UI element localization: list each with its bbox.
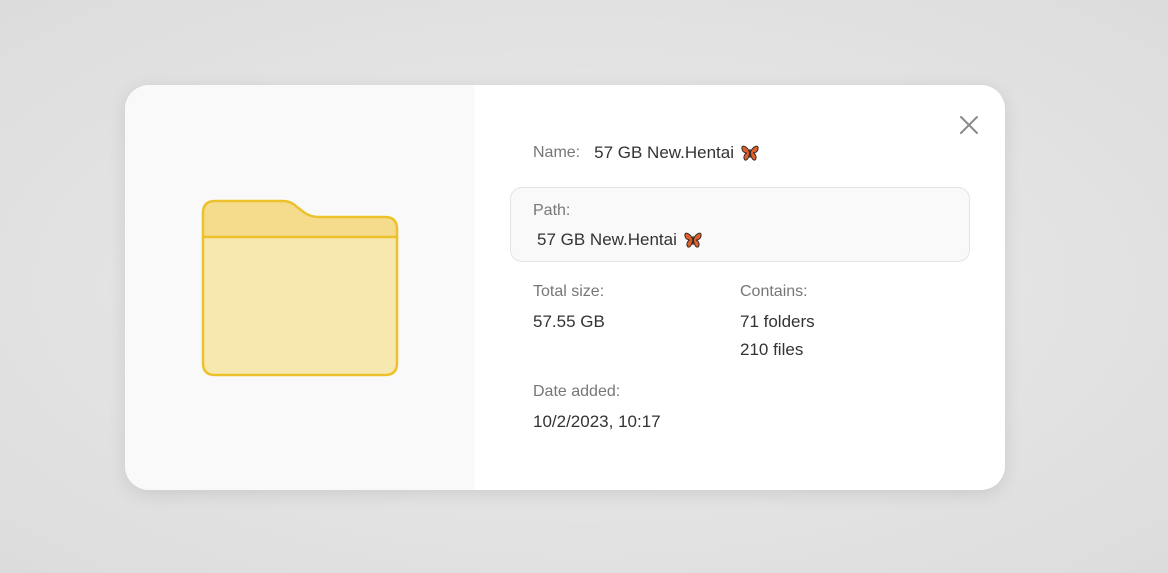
date-added: Date added: 10/2/2023, 10:17	[533, 383, 661, 436]
details-panel: Name: 57 GB New.Hentai Path: 57 GB New.H…	[475, 85, 1005, 490]
folder-icon	[201, 199, 399, 377]
total-size: Total size: 57.55 GB	[533, 283, 605, 336]
file-details-dialog: Name: 57 GB New.Hentai Path: 57 GB New.H…	[125, 85, 1005, 490]
contains-files: 210 files	[740, 340, 804, 359]
name-value: 57 GB New.Hentai	[594, 143, 734, 162]
butterfly-icon	[741, 145, 759, 161]
path-value-row: 57 GB New.Hentai	[537, 230, 703, 250]
path-value: 57 GB New.Hentai	[537, 230, 677, 249]
date-added-label: Date added:	[533, 383, 621, 400]
butterfly-icon	[684, 232, 702, 248]
contains: Contains: 71 folders 210 files	[740, 283, 815, 364]
close-icon	[960, 116, 978, 134]
path-field[interactable]: Path: 57 GB New.Hentai	[510, 187, 970, 262]
preview-panel	[125, 85, 475, 490]
total-size-label: Total size:	[533, 283, 605, 300]
close-button[interactable]	[957, 113, 981, 137]
date-added-value: 10/2/2023, 10:17	[533, 412, 661, 431]
contains-label: Contains:	[740, 283, 808, 300]
path-label: Path:	[533, 202, 571, 219]
name-row: Name: 57 GB New.Hentai	[533, 143, 760, 163]
total-size-value: 57.55 GB	[533, 312, 605, 331]
contains-folders: 71 folders	[740, 312, 815, 331]
name-label: Name:	[533, 144, 581, 161]
